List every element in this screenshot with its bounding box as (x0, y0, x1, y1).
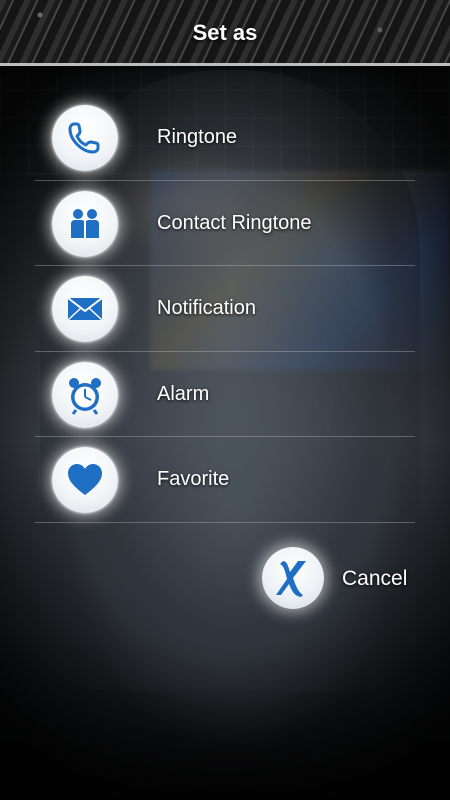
title-bar: Set as (0, 0, 450, 66)
cancel-button[interactable]: Cancel (262, 547, 422, 609)
close-x-icon (262, 547, 324, 609)
alarm-clock-icon (52, 361, 118, 428)
menu-item-label: Ringtone (157, 126, 238, 148)
menu-item-notification[interactable]: Notification (0, 266, 450, 352)
menu-item-ringtone[interactable]: Ringtone (0, 95, 450, 181)
menu-item-label: Notification (157, 297, 256, 319)
menu-item-label: Contact Ringtone (157, 211, 312, 234)
divider (35, 521, 415, 523)
set-as-menu: Ringtone Contact Ringtone Notification A… (0, 95, 450, 523)
menu-item-alarm[interactable]: Alarm (0, 352, 450, 437)
menu-item-contact-ringtone[interactable]: Contact Ringtone (0, 181, 450, 266)
menu-item-favorite[interactable]: Favorite (0, 437, 450, 523)
page-title: Set as (192, 20, 258, 45)
cancel-label: Cancel (342, 567, 408, 590)
menu-item-label: Alarm (157, 382, 210, 405)
menu-item-label: Favorite (157, 468, 230, 490)
heart-icon (52, 447, 118, 513)
envelope-icon (52, 276, 118, 342)
contacts-icon (52, 190, 118, 257)
phone-icon (52, 105, 118, 171)
